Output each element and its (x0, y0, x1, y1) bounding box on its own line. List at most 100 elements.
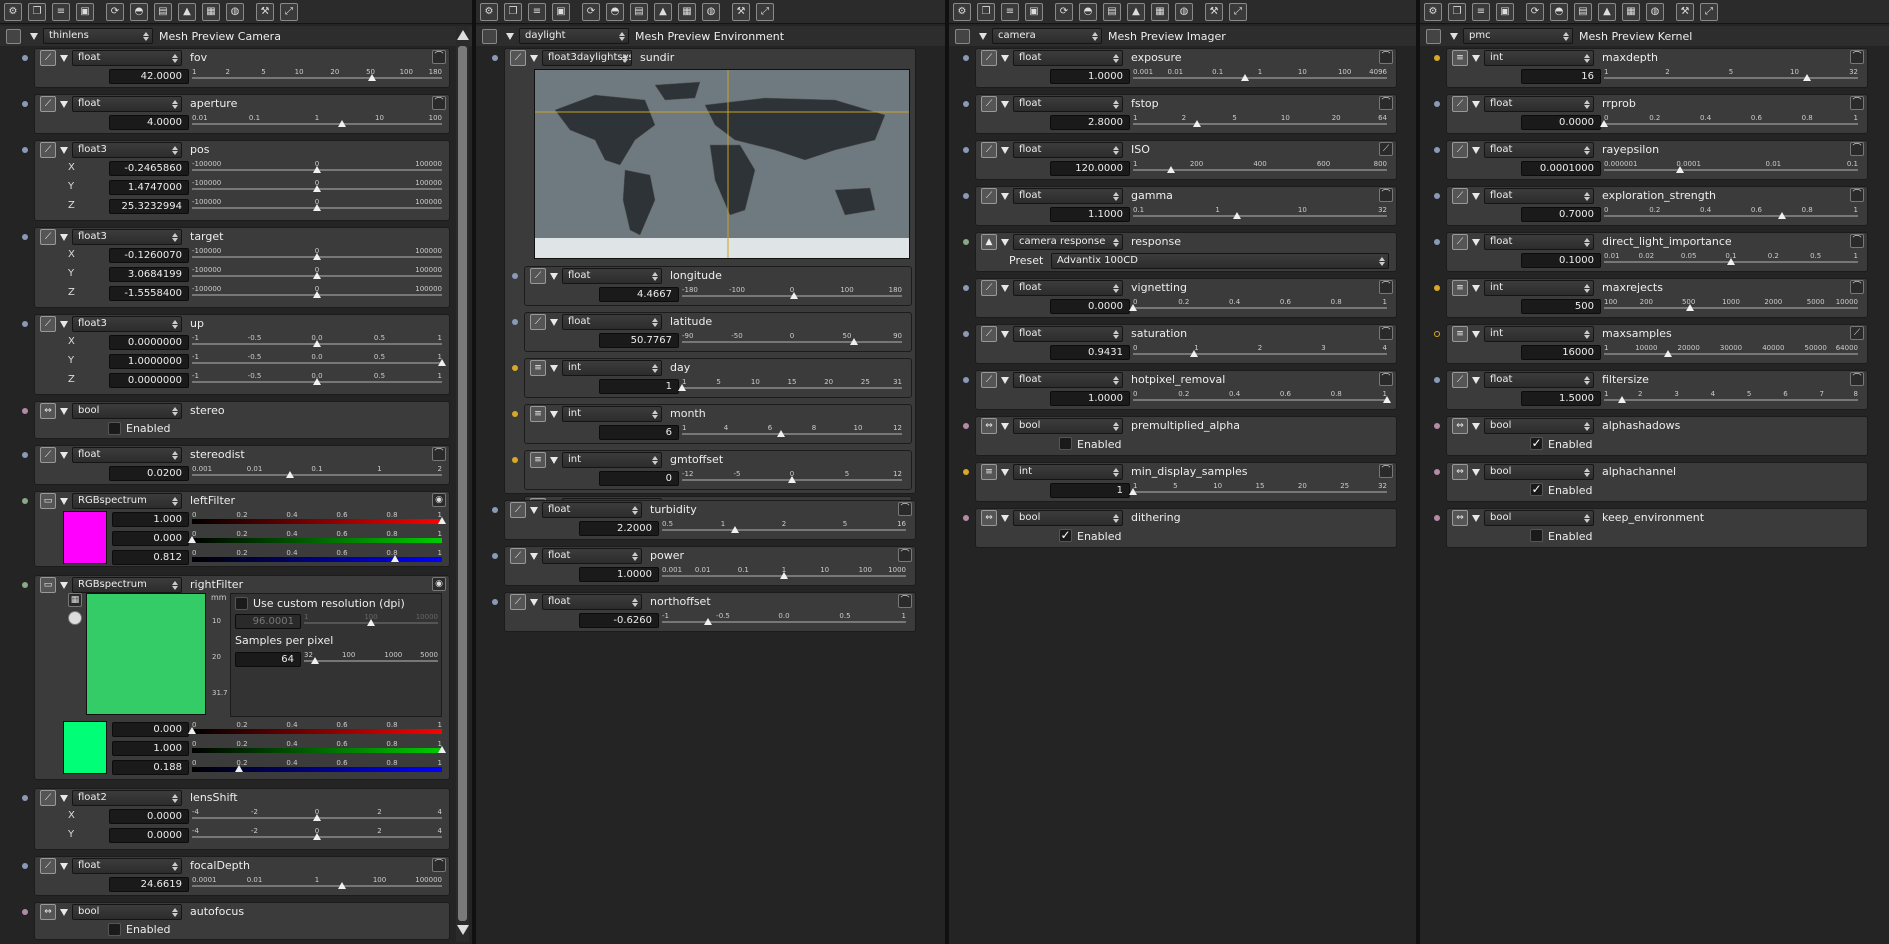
input-socket-dot[interactable] (22, 452, 28, 458)
param-type-combo[interactable]: int (1484, 50, 1594, 66)
slider-thumb[interactable] (313, 185, 321, 192)
input-socket-dot[interactable] (512, 319, 518, 325)
param-type-icon[interactable]: ⟋ (40, 96, 56, 112)
curve-mode-icon[interactable]: ⌒ (1850, 234, 1864, 248)
eye-icon[interactable]: ◉ (432, 493, 446, 507)
param-type-icon[interactable]: ⟋ (40, 142, 56, 158)
collapse-triangle-icon[interactable] (1472, 515, 1480, 522)
collapse-triangle-icon[interactable] (1001, 423, 1009, 430)
checker-icon[interactable]: ▦ (68, 593, 82, 607)
collapse-triangle-icon[interactable] (1472, 469, 1480, 476)
slider-track[interactable] (1604, 307, 1858, 309)
value-slider[interactable]: -100000 0 100000 (192, 266, 442, 280)
channel-value-field[interactable]: 0.000 (112, 531, 189, 546)
duplicate-icon[interactable]: ❐ (28, 2, 46, 21)
curve-mode-icon[interactable]: ⌒ (1850, 142, 1864, 156)
input-socket-dot[interactable] (963, 377, 969, 383)
collapse-triangle-icon[interactable] (1001, 147, 1009, 154)
value-slider[interactable]: 0.5 1 2 5 16 (662, 520, 906, 534)
param-type-icon[interactable]: ⟋ (1452, 96, 1468, 112)
collapse-triangle-icon[interactable] (1001, 515, 1009, 522)
eye-icon[interactable]: ◉ (432, 577, 446, 591)
param-type-combo[interactable]: RGBspectrum (72, 577, 182, 593)
param-type-icon[interactable]: ⟋ (981, 96, 997, 112)
input-socket-dot[interactable] (512, 411, 518, 417)
value-slider[interactable]: 0 0.2 0.4 0.6 0.8 1 (1604, 206, 1858, 220)
input-socket-dot[interactable] (22, 408, 28, 414)
enabled-checkbox[interactable] (1059, 437, 1072, 450)
value-field[interactable]: 2.8000 (1050, 115, 1130, 130)
param-type-icon[interactable]: ⟋ (1452, 142, 1468, 158)
param-type-combo[interactable]: int (562, 406, 662, 422)
slider-thumb[interactable] (188, 536, 196, 543)
slider-thumb[interactable] (367, 619, 375, 626)
param-type-icon[interactable]: ≡ (530, 406, 546, 422)
input-socket-dot[interactable] (963, 331, 969, 337)
param-type-icon[interactable]: ⟋ (1452, 372, 1468, 388)
collapse-triangle-icon[interactable] (1472, 285, 1480, 292)
slider-thumb[interactable] (313, 272, 321, 279)
render-icon[interactable]: ⟳ (1526, 2, 1544, 21)
curve-mode-icon[interactable]: ⌒ (898, 502, 912, 516)
value-slider[interactable]: 0 0.2 0.4 0.6 0.8 1 (1129, 298, 1387, 312)
picture-icon[interactable]: ▤ (1574, 2, 1592, 21)
layers-icon[interactable]: ≡ (52, 2, 70, 21)
slider-thumb[interactable] (1663, 350, 1672, 357)
param-type-combo[interactable]: float (1013, 188, 1123, 204)
value-field[interactable]: 3.0684199 (109, 267, 189, 282)
param-type-combo[interactable]: bool (72, 904, 182, 920)
param-type-icon[interactable]: ⇔ (981, 510, 997, 526)
curve-mode-icon[interactable]: ⌒ (1379, 464, 1393, 478)
value-field[interactable]: 2.2000 (579, 521, 659, 536)
fullscreen-icon[interactable]: ⤢ (756, 2, 774, 21)
color-swatch[interactable] (63, 721, 107, 774)
param-type-combo[interactable]: float (562, 314, 662, 330)
input-socket-dot[interactable] (492, 553, 498, 559)
curve-mode-icon[interactable]: ⌒ (1379, 372, 1393, 386)
value-field[interactable]: 0.9431 (1050, 345, 1130, 360)
param-type-icon[interactable]: ≡ (981, 464, 997, 480)
param-type-combo[interactable]: float (562, 268, 662, 284)
value-field[interactable]: 1.4747000 (109, 180, 189, 195)
mountain-icon[interactable]: ▲ (1127, 2, 1145, 21)
value-field[interactable]: -0.6260 (579, 613, 659, 628)
value-slider[interactable]: 0 0.2 0.4 0.6 0.8 1 (1133, 390, 1391, 404)
collapse-triangle-icon[interactable] (60, 408, 68, 415)
value-slider[interactable]: 1 2 5 10 32 (1604, 68, 1858, 82)
collapse-triangle-icon[interactable] (1472, 377, 1480, 384)
collapse-triangle-icon[interactable] (1001, 331, 1009, 338)
world-map[interactable] (534, 69, 910, 259)
panel-type-combo[interactable]: thinlens (43, 28, 153, 44)
value-field[interactable]: 0.0000 (109, 809, 189, 824)
node-icon[interactable]: ⚙ (1424, 2, 1442, 21)
slider-thumb[interactable] (731, 526, 740, 533)
param-type-icon[interactable]: ≡ (1452, 50, 1468, 66)
value-slider[interactable]: -90 -50 0 50 90 (682, 332, 902, 346)
image-icon[interactable]: ▣ (1496, 2, 1514, 21)
input-socket-dot[interactable] (963, 147, 969, 153)
curve-mode-icon[interactable]: ⌒ (898, 594, 912, 608)
panel-divider[interactable] (945, 0, 949, 944)
collapse-triangle-icon[interactable] (1001, 55, 1009, 62)
value-slider[interactable]: -100000 0 100000 (192, 198, 442, 212)
input-socket-dot[interactable] (1434, 377, 1440, 383)
param-type-combo[interactable]: float2 (72, 790, 182, 806)
input-socket-dot[interactable] (1434, 423, 1440, 429)
value-slider[interactable]: 0.01 0.02 0.05 0.1 0.2 0.5 1 (1604, 252, 1858, 266)
param-type-icon[interactable]: ⇔ (1452, 510, 1468, 526)
duplicate-icon[interactable]: ❐ (977, 2, 995, 21)
value-field[interactable]: 0.7000 (1521, 207, 1601, 222)
input-socket-dot[interactable] (1434, 101, 1440, 107)
curve-mode-icon[interactable]: ⌒ (1379, 188, 1393, 202)
collapse-triangle-icon[interactable] (60, 321, 68, 328)
value-slider[interactable]: 100 200 500 1000 2000 5000 10000 (1604, 298, 1858, 312)
value-slider[interactable]: 1 10000 20000 30000 40000 50000 64000 (1604, 344, 1858, 358)
value-field[interactable]: 25.3232994 (109, 199, 189, 214)
slider-thumb[interactable] (188, 727, 196, 734)
param-type-icon[interactable]: ▭ (40, 493, 56, 509)
input-socket-dot[interactable] (963, 193, 969, 199)
enabled-checkbox[interactable] (108, 923, 121, 936)
param-type-icon[interactable]: ⟋ (40, 447, 56, 463)
curve-mode-icon[interactable]: ⌒ (432, 858, 446, 872)
sphere-icon[interactable]: ◓ (130, 2, 148, 21)
